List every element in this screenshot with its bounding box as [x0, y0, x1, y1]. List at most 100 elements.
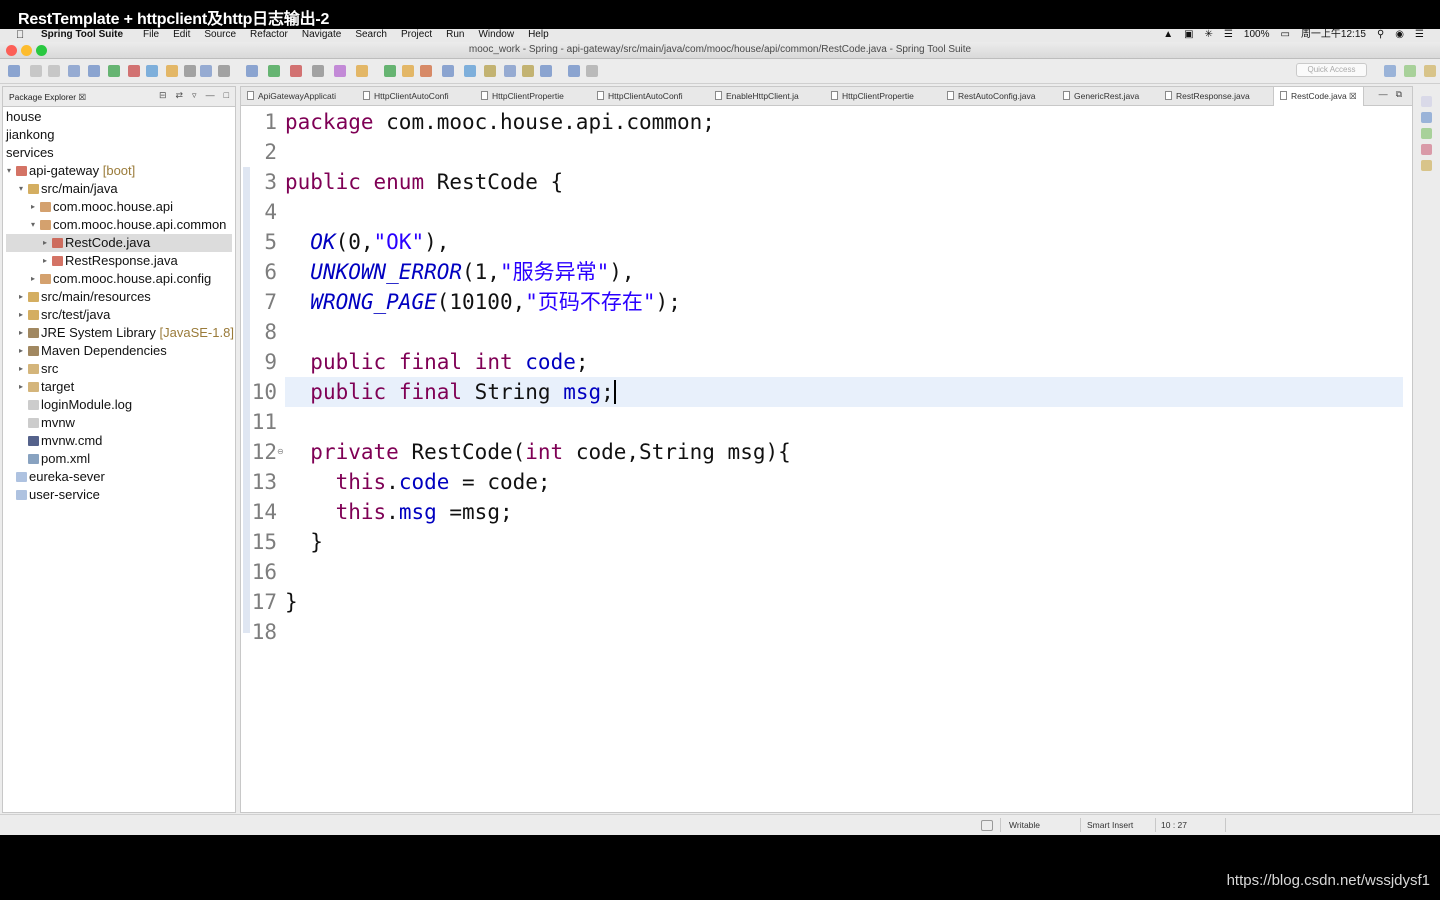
collapsed-arrow-icon[interactable]: ▸: [31, 198, 35, 216]
app-name-menu[interactable]: Spring Tool Suite: [41, 29, 123, 41]
tree-item[interactable]: ▸ com.mooc.house.api.config: [3, 270, 235, 288]
editor-tab[interactable]: HttpClientPropertie: [481, 87, 564, 106]
view-menu-icon[interactable]: ▿: [192, 90, 197, 101]
debug-perspective-icon[interactable]: [1424, 65, 1436, 77]
tree-item[interactable]: loginModule.log: [3, 396, 235, 414]
save-icon[interactable]: [30, 65, 42, 77]
code-line[interactable]: public final int code;: [285, 347, 588, 377]
airplay-icon[interactable]: ▲: [1163, 29, 1173, 41]
minimize-view-icon[interactable]: —: [206, 90, 215, 101]
maximize-view-icon[interactable]: □: [224, 90, 229, 101]
code-line[interactable]: this.code = code;: [285, 467, 551, 497]
code-line[interactable]: public enum RestCode {: [285, 167, 563, 197]
spring-perspective-icon[interactable]: [1404, 65, 1416, 77]
new-icon[interactable]: [8, 65, 20, 77]
code-line[interactable]: private RestCode(int code,String msg){: [285, 437, 790, 467]
battery-label[interactable]: 100%: [1244, 29, 1270, 41]
open-perspective-icon[interactable]: [1384, 65, 1396, 77]
menu-source[interactable]: Source: [204, 29, 236, 41]
debug-spring-icon[interactable]: [184, 65, 196, 77]
pin-icon[interactable]: [540, 65, 552, 77]
editor-tab[interactable]: HttpClientAutoConfi: [597, 87, 683, 106]
editor-tab-active[interactable]: RestCode.java ☒: [1273, 87, 1364, 106]
code-line[interactable]: WRONG_PAGE(10100,"页码不存在");: [285, 287, 681, 317]
more-icon[interactable]: [586, 65, 598, 77]
collapsed-arrow-icon[interactable]: ▸: [19, 306, 23, 324]
new-java-project-icon[interactable]: [312, 65, 324, 77]
menu-file[interactable]: File: [143, 29, 159, 41]
prev-annotation-icon[interactable]: [464, 65, 476, 77]
clock[interactable]: 周一上午12:15: [1301, 29, 1366, 41]
code-line[interactable]: }: [285, 527, 323, 557]
boot-dashboard-icon[interactable]: [146, 65, 158, 77]
forward-icon[interactable]: [522, 65, 534, 77]
editor-tab[interactable]: EnableHttpClient.ja: [715, 87, 799, 106]
collapsed-arrow-icon[interactable]: ▸: [19, 288, 23, 306]
code-line[interactable]: this.msg =msg;: [285, 497, 513, 527]
tree-item[interactable]: jiankong: [3, 126, 235, 144]
nav-icon[interactable]: [568, 65, 580, 77]
siri-icon[interactable]: ◉: [1395, 29, 1404, 41]
link-with-editor-icon[interactable]: ⇄: [175, 90, 183, 101]
code-line[interactable]: package com.mooc.house.api.common;: [285, 107, 715, 137]
debug-run-icon[interactable]: [246, 65, 258, 77]
editor-tab[interactable]: RestResponse.java: [1165, 87, 1250, 106]
run-icon[interactable]: [268, 65, 280, 77]
tree-item[interactable]: ▸ JRE System Library [JavaSE-1.8]: [3, 324, 235, 342]
outline-icon[interactable]: [1421, 112, 1432, 123]
tree-item[interactable]: house: [3, 108, 235, 126]
display-icon[interactable]: ▣: [1184, 29, 1193, 41]
skip-breakpoints-icon[interactable]: [88, 65, 100, 77]
code-line[interactable]: UNKOWN_ERROR(1,"服务异常"),: [285, 257, 634, 287]
tree-item[interactable]: ▸ RestResponse.java: [3, 252, 235, 270]
menu-edit[interactable]: Edit: [173, 29, 190, 41]
restore-icon[interactable]: [1421, 96, 1432, 107]
apple-icon[interactable]: : [16, 29, 24, 41]
menu-search[interactable]: Search: [355, 29, 387, 41]
console-icon[interactable]: [1421, 160, 1432, 171]
save-all-icon[interactable]: [48, 65, 60, 77]
spotlight-icon[interactable]: ⚲: [1377, 29, 1384, 41]
annotation-icon[interactable]: [420, 65, 432, 77]
tree-item[interactable]: user-service: [3, 486, 235, 504]
new-package-icon[interactable]: [334, 65, 346, 77]
collapsed-arrow-icon[interactable]: ▸: [19, 360, 23, 378]
editor-tab[interactable]: RestAutoConfig.java: [947, 87, 1036, 106]
editor-tab[interactable]: HttpClientPropertie: [831, 87, 914, 106]
collapsed-arrow-icon[interactable]: ▸: [31, 270, 35, 288]
tree-item[interactable]: ▸ Maven Dependencies: [3, 342, 235, 360]
tree-item[interactable]: mvnw.cmd: [3, 432, 235, 450]
tree-item[interactable]: ▾ src/main/java: [3, 180, 235, 198]
expanded-arrow-icon[interactable]: ▾: [7, 162, 11, 180]
bluetooth-icon[interactable]: ✳: [1205, 29, 1213, 41]
collapse-all-icon[interactable]: ⊟: [159, 90, 167, 101]
coverage-icon[interactable]: [128, 65, 140, 77]
terminal-icon[interactable]: [68, 65, 80, 77]
collapsed-arrow-icon[interactable]: ▸: [19, 378, 23, 396]
tree-item[interactable]: ▸ src: [3, 360, 235, 378]
spring-explorer-icon[interactable]: [1421, 144, 1432, 155]
tree-item[interactable]: ▸ target: [3, 378, 235, 396]
quick-access-input[interactable]: Quick Access: [1296, 63, 1367, 77]
tree-item[interactable]: ▸ src/main/resources: [3, 288, 235, 306]
open-console-icon[interactable]: [384, 65, 396, 77]
next-annotation-icon[interactable]: [442, 65, 454, 77]
menu-help[interactable]: Help: [528, 29, 549, 41]
tree-item[interactable]: services: [3, 144, 235, 162]
menu-refactor[interactable]: Refactor: [250, 29, 288, 41]
menu-window[interactable]: Window: [478, 29, 514, 41]
close-tab-icon[interactable]: ☒: [1347, 91, 1357, 101]
code-line[interactable]: public final String msg;: [285, 377, 616, 407]
editor-tab[interactable]: ApiGatewayApplicati: [247, 87, 336, 106]
back-icon[interactable]: [504, 65, 516, 77]
task-list-icon[interactable]: [1421, 128, 1432, 139]
editor-tab[interactable]: GenericRest.java: [1063, 87, 1139, 106]
code-line[interactable]: OK(0,"OK"),: [285, 227, 449, 257]
open-type-icon[interactable]: [200, 65, 212, 77]
menu-navigate[interactable]: Navigate: [302, 29, 341, 41]
code-line[interactable]: }: [285, 587, 298, 617]
tree-item[interactable]: ▸ src/test/java: [3, 306, 235, 324]
notification-center-icon[interactable]: ☰: [1415, 29, 1424, 41]
expanded-arrow-icon[interactable]: ▾: [19, 180, 23, 198]
tree-item[interactable]: eureka-sever: [3, 468, 235, 486]
